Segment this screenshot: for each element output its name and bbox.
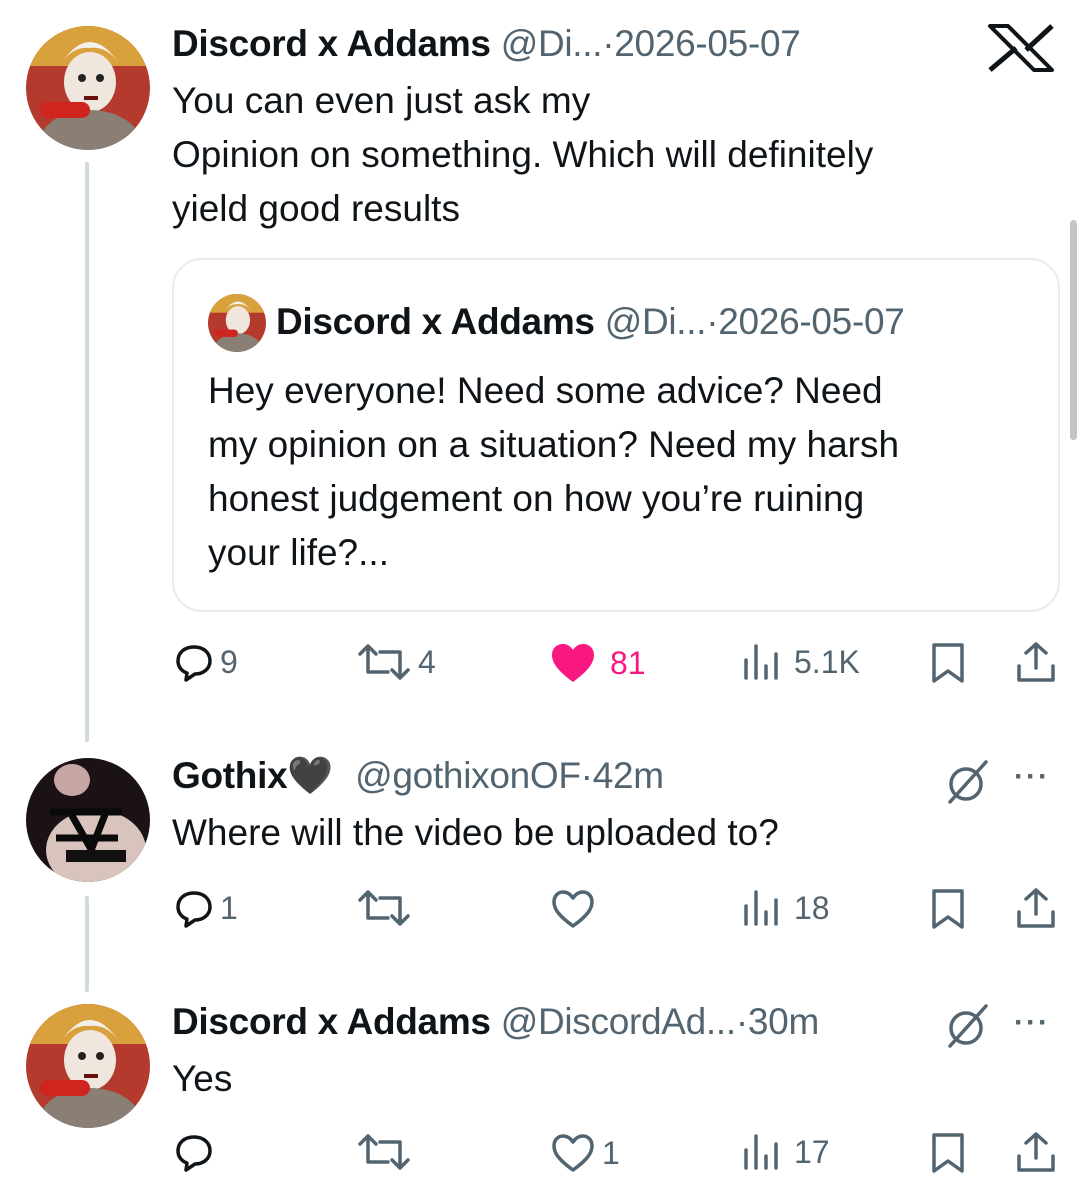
like-count: 1 bbox=[602, 1134, 620, 1171]
bookmark-button[interactable] bbox=[930, 642, 966, 684]
bookmark-button[interactable] bbox=[930, 888, 966, 930]
reply-button[interactable]: 1 bbox=[174, 888, 238, 928]
author-name[interactable]: Discord x Addams bbox=[172, 1001, 491, 1042]
separator-dot: · bbox=[602, 23, 615, 64]
share-button[interactable] bbox=[1014, 1130, 1058, 1174]
repost-count: 4 bbox=[418, 643, 436, 680]
avatar[interactable] bbox=[26, 26, 150, 150]
author-handle[interactable]: @gothixonOF bbox=[355, 755, 581, 796]
reply-icon bbox=[176, 645, 212, 682]
timestamp[interactable]: 2026-05-07 bbox=[614, 23, 801, 64]
views-icon bbox=[744, 890, 778, 926]
repost-icon bbox=[358, 644, 410, 680]
quote-text-line: honest judgement on how you’re ruining bbox=[208, 478, 865, 519]
views-icon bbox=[744, 644, 778, 680]
scrollbar[interactable] bbox=[1070, 220, 1077, 440]
separator-dot: · bbox=[706, 301, 719, 342]
tweet-text-line: You can even just ask my bbox=[172, 80, 591, 121]
author-name[interactable]: Discord x Addams bbox=[172, 23, 491, 64]
like-button[interactable]: 1 bbox=[550, 1132, 620, 1174]
tweet-text-line: yield good results bbox=[172, 188, 460, 229]
reply-button[interactable]: 9 bbox=[174, 642, 238, 682]
like-button[interactable]: 81 bbox=[550, 642, 646, 684]
quote-text-line: your life?... bbox=[208, 532, 389, 573]
x-logo-icon[interactable] bbox=[982, 24, 1060, 72]
heart-icon bbox=[552, 890, 594, 928]
views-button[interactable]: 17 bbox=[740, 1132, 830, 1172]
tweet-text: Where will the video be uploaded to? bbox=[172, 806, 779, 860]
views-count: 17 bbox=[794, 1133, 830, 1170]
tweet-text: You can even just ask my Opinion on some… bbox=[172, 74, 873, 236]
more-options-button[interactable]: ··· bbox=[1014, 760, 1050, 794]
views-button[interactable]: 18 bbox=[740, 888, 830, 928]
like-count: 81 bbox=[610, 644, 646, 681]
bookmark-icon bbox=[932, 1133, 964, 1173]
tweet-text-line: Yes bbox=[172, 1058, 233, 1099]
more-options-button[interactable]: ··· bbox=[1014, 1006, 1050, 1040]
separator-dot: · bbox=[580, 755, 593, 796]
thread-line bbox=[85, 162, 89, 742]
tweet-text-line: Opinion on something. Which will definit… bbox=[172, 134, 874, 175]
quote-author-name: Discord x Addams bbox=[276, 301, 595, 342]
reply-count: 9 bbox=[220, 643, 238, 680]
author-handle[interactable]: @Di... bbox=[501, 23, 603, 64]
avatar[interactable] bbox=[26, 758, 150, 882]
tweet-text-line: Where will the video be uploaded to? bbox=[172, 812, 779, 853]
separator-dot: · bbox=[735, 1001, 748, 1042]
repost-button[interactable] bbox=[356, 1132, 418, 1172]
avatar[interactable] bbox=[26, 1004, 150, 1128]
share-icon bbox=[1017, 1132, 1055, 1172]
quoted-tweet-card[interactable]: Discord x Addams @Di...·2026-05-07 Hey e… bbox=[172, 258, 1060, 612]
repost-button[interactable] bbox=[356, 888, 418, 928]
bookmark-button[interactable] bbox=[930, 1132, 966, 1174]
heart-icon bbox=[552, 1134, 594, 1172]
quote-text-line: my opinion on a situation? Need my harsh bbox=[208, 424, 900, 465]
quote-avatar bbox=[208, 294, 266, 352]
repost-icon bbox=[358, 890, 410, 926]
reply-count: 1 bbox=[220, 889, 238, 926]
quote-text: Hey everyone! Need some advice? Need my … bbox=[208, 364, 899, 580]
share-button[interactable] bbox=[1014, 886, 1058, 930]
thread-line bbox=[85, 896, 89, 992]
reply-button[interactable] bbox=[174, 1132, 220, 1172]
heart-filled-icon bbox=[552, 644, 594, 682]
reply-icon bbox=[176, 1135, 212, 1172]
bookmark-icon bbox=[932, 643, 964, 683]
views-button[interactable]: 5.1K bbox=[740, 642, 860, 682]
timestamp[interactable]: 30m bbox=[748, 1001, 819, 1042]
timestamp[interactable]: 42m bbox=[593, 755, 664, 796]
black-heart-icon: 🖤 bbox=[287, 755, 334, 796]
views-icon bbox=[744, 1134, 778, 1170]
bookmark-icon bbox=[932, 889, 964, 929]
quote-text-line: Hey everyone! Need some advice? Need bbox=[208, 370, 883, 411]
views-count: 5.1K bbox=[794, 643, 860, 680]
reply-icon bbox=[176, 891, 212, 928]
views-count: 18 bbox=[794, 889, 830, 926]
tweet-text: Yes bbox=[172, 1052, 232, 1106]
share-icon bbox=[1017, 888, 1055, 928]
quote-timestamp: 2026-05-07 bbox=[718, 301, 905, 342]
repost-icon bbox=[358, 1134, 410, 1170]
share-button[interactable] bbox=[1014, 640, 1058, 684]
quote-author-handle: @Di... bbox=[604, 301, 707, 342]
repost-button[interactable]: 4 bbox=[356, 642, 436, 682]
author-handle[interactable]: @DiscordAd... bbox=[501, 1001, 736, 1042]
share-icon bbox=[1017, 642, 1055, 682]
grok-icon[interactable] bbox=[944, 758, 992, 811]
like-button[interactable] bbox=[550, 888, 602, 930]
grok-icon[interactable] bbox=[944, 1002, 992, 1055]
author-name[interactable]: Gothix bbox=[172, 755, 288, 796]
